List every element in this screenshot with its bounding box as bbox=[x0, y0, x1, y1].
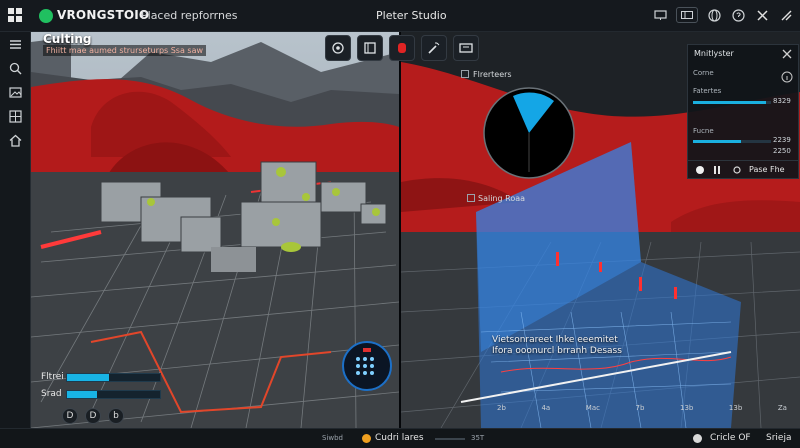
panel-button[interactable] bbox=[676, 7, 698, 23]
panel-bar-fill bbox=[693, 101, 767, 104]
pause-icon[interactable] bbox=[714, 166, 720, 174]
floating-toolbar bbox=[325, 35, 485, 61]
record-tool-button[interactable] bbox=[389, 35, 415, 61]
status-progress-track bbox=[435, 438, 465, 440]
stat-bar-1 bbox=[66, 373, 161, 382]
panel-row-value: 8329 bbox=[773, 97, 791, 105]
panel-extra-value: 2250 bbox=[773, 147, 791, 155]
status-toggle-label[interactable]: Cricle OF bbox=[710, 433, 751, 443]
stat-bar-2 bbox=[66, 390, 161, 399]
home-icon[interactable] bbox=[8, 133, 23, 148]
axis-tick: Mac bbox=[585, 404, 600, 412]
panel-title: Mnitlyster bbox=[694, 49, 734, 58]
app-window: VRONGSTOIO Placed repforrnes Pleter Stud… bbox=[0, 0, 800, 448]
viewport-right[interactable]: Flrerteers Saling Roaa Vietsonrareet Ihk… bbox=[401, 32, 800, 428]
menu-icon[interactable] bbox=[8, 37, 23, 52]
round-button-3[interactable]: b bbox=[108, 408, 124, 424]
monitor-icon bbox=[459, 43, 473, 53]
coin-icon bbox=[362, 433, 371, 443]
left-toolbar bbox=[0, 32, 31, 448]
panel-row-label: Fatertes bbox=[693, 87, 722, 95]
node-label: Saling Roaa bbox=[467, 194, 525, 203]
brand-logo-icon bbox=[39, 9, 53, 23]
axis-tick: 2b bbox=[497, 404, 506, 412]
minimap-grid-icon bbox=[356, 348, 374, 375]
stat-label-1: Fltrei bbox=[41, 372, 64, 382]
record-toggle-icon[interactable] bbox=[696, 166, 704, 174]
frame-icon bbox=[364, 42, 376, 54]
close-icon[interactable] bbox=[754, 7, 770, 23]
wand-tool-button[interactable] bbox=[421, 35, 447, 61]
monitor-icon[interactable] bbox=[652, 7, 668, 23]
minimize-icon[interactable] bbox=[778, 7, 794, 23]
axis-tick: Za bbox=[777, 404, 787, 412]
screen-tool-button[interactable] bbox=[453, 35, 479, 61]
globe-icon[interactable] bbox=[706, 7, 722, 23]
axis-tick: 7b bbox=[635, 404, 645, 412]
help-icon[interactable] bbox=[730, 7, 746, 23]
panel-bar bbox=[693, 101, 771, 104]
record-icon bbox=[398, 43, 406, 53]
status-end-label[interactable]: Srieja bbox=[766, 433, 791, 443]
panel-footer-link[interactable]: Pase Fhe bbox=[749, 165, 785, 174]
image-icon[interactable] bbox=[8, 85, 23, 100]
status-center-label: Cudri lares bbox=[375, 433, 424, 443]
panel-close-icon[interactable] bbox=[781, 48, 793, 60]
panel-row-label: Fucne bbox=[693, 127, 714, 135]
panel-footer: Pase Fhe bbox=[688, 160, 798, 178]
checkbox-option[interactable]: Flrerteers bbox=[461, 70, 512, 79]
app-logo-icon[interactable] bbox=[8, 8, 22, 22]
frame-tool-button[interactable] bbox=[357, 35, 383, 61]
panel-bar-fill bbox=[693, 140, 742, 143]
checkbox-icon[interactable] bbox=[461, 70, 469, 78]
panel-row-value: 2239 bbox=[773, 136, 791, 144]
stat-fill-1 bbox=[67, 374, 109, 381]
status-left-label: Siwbd bbox=[322, 434, 343, 442]
round-button-1[interactable]: D bbox=[62, 408, 78, 424]
status-value: 35T bbox=[471, 434, 485, 442]
stat-label-2: Srad bbox=[41, 389, 62, 399]
title-bar: VRONGSTOIO Placed repforrnes Pleter Stud… bbox=[0, 0, 800, 32]
node-marker-icon bbox=[467, 194, 475, 202]
stats-panel: Mnitlyster Corne Fatertes 8329 Fucne 223… bbox=[687, 44, 799, 179]
settings-icon[interactable] bbox=[732, 165, 742, 175]
status-toggle-icon[interactable] bbox=[693, 434, 702, 443]
panel-row-label: Corne bbox=[693, 69, 714, 77]
node-label-text: Saling Roaa bbox=[478, 194, 526, 203]
brush-tool-button[interactable] bbox=[325, 35, 351, 61]
axis-tick: 4a bbox=[541, 404, 551, 412]
status-bar: Siwbd Cudri lares 35T Cricle OF Srieja bbox=[0, 428, 800, 448]
panel-info-icon[interactable] bbox=[781, 71, 793, 83]
viewport-subtitle: Fhiitt mae aumed strurseturps Ssa saw bbox=[43, 45, 207, 56]
project-name[interactable]: Placed repforrnes bbox=[141, 9, 238, 22]
viewport-caption: Vietsonrareet Ihke eeemitet Ifora ooonur… bbox=[492, 335, 622, 356]
search-icon[interactable] bbox=[8, 61, 23, 76]
checkbox-label: Flrerteers bbox=[473, 70, 512, 79]
axis-ticks: 2b 4a Mac 7b 13b 13b Za bbox=[497, 404, 787, 412]
axis-tick: 13b bbox=[728, 404, 743, 412]
wand-icon bbox=[428, 42, 440, 54]
status-center[interactable]: Cudri lares bbox=[362, 433, 424, 443]
minimap[interactable] bbox=[342, 341, 392, 391]
axis-tick: 13b bbox=[680, 404, 694, 412]
stat-fill-2 bbox=[67, 391, 97, 398]
viewport-title: Culting bbox=[43, 32, 92, 46]
layers-icon[interactable] bbox=[8, 109, 23, 124]
window-title: Pleter Studio bbox=[376, 9, 447, 22]
app-brand: VRONGSTOIO bbox=[57, 8, 150, 22]
brush-icon bbox=[332, 42, 344, 54]
panel-bar bbox=[693, 140, 771, 143]
round-button-2[interactable]: D bbox=[85, 408, 101, 424]
viewport-left[interactable]: Culting Fhiitt mae aumed strurseturps Ss… bbox=[31, 32, 399, 428]
titlebar-controls bbox=[652, 7, 794, 23]
